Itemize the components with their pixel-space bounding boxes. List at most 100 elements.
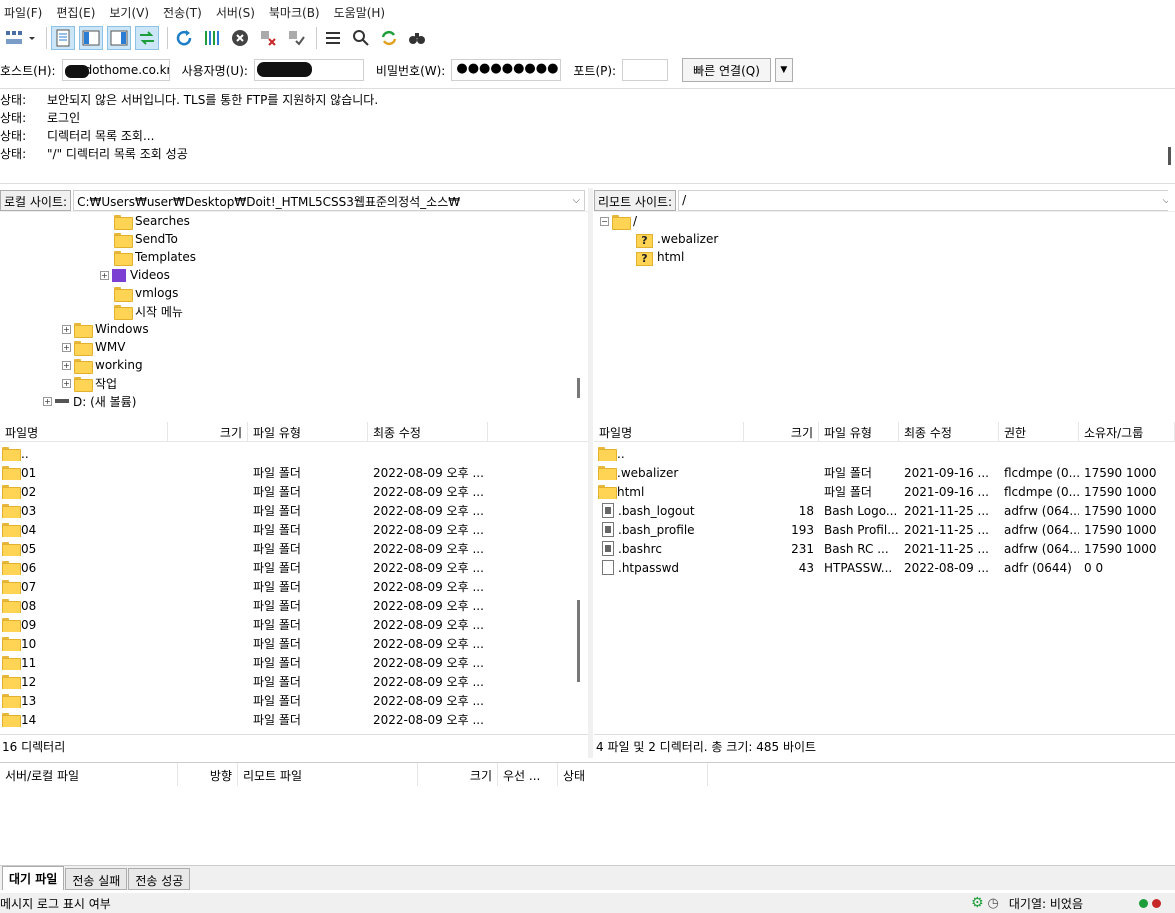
table-row[interactable]: .bashrc 231 Bash RC ... 2021-11-25 ... adfrw… (594, 539, 1175, 558)
table-row[interactable]: 03 파일 폴더 2022-08-09 오후 ... (0, 501, 488, 520)
column-status[interactable]: 상태 (558, 763, 708, 786)
cancel-icon[interactable] (228, 26, 252, 50)
table-row[interactable]: 14 파일 폴더 2022-08-09 오후 ... (0, 710, 488, 729)
collapse-icon[interactable]: − (600, 216, 609, 226)
tree-node[interactable]: + Windows (62, 320, 149, 338)
table-row[interactable]: .bash_profile 193 Bash Profil... 2021-11-25… (594, 520, 1175, 539)
filter-icon[interactable] (349, 26, 373, 50)
tree-node[interactable]: vmlogs (114, 284, 178, 302)
column-size[interactable]: 크기 (744, 422, 819, 441)
tree-node[interactable]: + working (62, 356, 143, 374)
site-manager-icon[interactable] (2, 26, 26, 50)
table-row[interactable]: 08 파일 폴더 2022-08-09 오후 ... (0, 596, 488, 615)
tree-node[interactable]: Templates (114, 248, 196, 266)
chevron-down-icon[interactable]: ⌵ (572, 195, 580, 206)
table-row[interactable]: .htpasswd 43 HTPASSW... 2022-08-09 ... adfr … (594, 558, 1175, 577)
message-log-icon[interactable] (51, 26, 75, 50)
tree-node[interactable]: .webalizer (636, 230, 718, 248)
table-row[interactable]: 10 파일 폴더 2022-08-09 오후 ... (0, 634, 488, 653)
tab-failed-transfers[interactable]: 전송 실패 (65, 868, 128, 890)
tree-node[interactable]: + D: (새 볼륨) (43, 392, 136, 410)
table-row[interactable]: 13 파일 폴더 2022-08-09 오후 ... (0, 691, 488, 710)
pane-splitter[interactable] (588, 188, 593, 758)
gear-icon[interactable]: ⚙ (971, 895, 984, 911)
tree-node[interactable]: + 작업 (62, 374, 117, 392)
port-input[interactable] (622, 59, 669, 81)
message-log-toggle[interactable]: 메시지 로그 표시 여부 (0, 895, 111, 912)
table-row[interactable]: 02 파일 폴더 2022-08-09 오후 ... (0, 482, 488, 501)
column-filename[interactable]: 파일명 (0, 422, 168, 441)
menu-server[interactable]: 서버(S) (212, 4, 259, 21)
table-row[interactable]: 07 파일 폴더 2022-08-09 오후 ... (0, 577, 488, 596)
remote-path-input[interactable]: / ⌵ (678, 189, 1169, 211)
column-modified[interactable]: 최종 수정 (368, 422, 488, 441)
remote-tree-icon[interactable] (107, 26, 131, 50)
table-row[interactable]: 09 파일 폴더 2022-08-09 오후 ... (0, 615, 488, 634)
menu-help[interactable]: 도움말(H) (330, 4, 390, 21)
table-row[interactable]: .. (0, 444, 488, 463)
user-input[interactable] (253, 59, 364, 81)
table-row[interactable]: .bash_logout 18 Bash Logo... 2021-11-25 ...… (594, 501, 1175, 520)
reconnect-icon[interactable] (284, 26, 308, 50)
tree-node[interactable]: + WMV (62, 338, 125, 356)
table-row[interactable]: 06 파일 폴더 2022-08-09 오후 ... (0, 558, 488, 577)
table-row[interactable]: 12 파일 폴더 2022-08-09 오후 ... (0, 672, 488, 691)
host-input[interactable]: dothome.co.kr (61, 59, 170, 81)
expand-icon[interactable]: + (62, 342, 71, 352)
expand-icon[interactable]: + (43, 396, 52, 406)
search-icon[interactable] (405, 26, 429, 50)
local-path-input[interactable]: C:₩Users₩user₩Desktop₩Doit!_HTML5CSS3웹표준… (73, 189, 586, 211)
column-direction[interactable]: 방향 (178, 763, 238, 786)
tree-node[interactable]: SendTo (114, 230, 178, 248)
process-queue-icon[interactable] (200, 26, 224, 50)
log-scrollbar[interactable] (1168, 147, 1171, 165)
table-row[interactable]: 04 파일 폴더 2022-08-09 오후 ... (0, 520, 488, 539)
tree-node[interactable]: html (636, 248, 684, 266)
table-row[interactable]: 11 파일 폴더 2022-08-09 오후 ... (0, 653, 488, 672)
menu-bookmarks[interactable]: 북마크(B) (265, 4, 324, 21)
menu-file[interactable]: 파일(F) (0, 4, 46, 21)
tree-node[interactable]: − / (600, 212, 637, 230)
column-server-local-file[interactable]: 서버/로컬 파일 (0, 763, 178, 786)
table-row[interactable]: .. (594, 444, 1175, 463)
tree-node[interactable]: + Videos (100, 266, 170, 284)
column-owner[interactable]: 소유자/그룹 (1079, 422, 1175, 441)
table-row[interactable]: 01 파일 폴더 2022-08-09 오후 ... (0, 463, 488, 482)
table-row[interactable]: html 파일 폴더 2021-09-16 ... flcdmpe (0... 1759… (594, 482, 1175, 501)
disconnect-icon[interactable] (256, 26, 280, 50)
tab-successful-transfers[interactable]: 전송 성공 (128, 868, 191, 890)
directory-comparison-icon[interactable] (321, 26, 345, 50)
local-list-scrollbar[interactable] (577, 600, 580, 682)
column-type[interactable]: 파일 유형 (819, 422, 899, 441)
column-filename[interactable]: 파일명 (594, 422, 744, 441)
speed-limit-icon[interactable]: ◷ (988, 896, 999, 911)
quickconnect-button[interactable]: 빠른 연결(Q) (682, 58, 771, 82)
dropdown-arrow-icon[interactable] (26, 26, 38, 50)
chevron-down-icon[interactable]: ▼ (774, 58, 793, 82)
expand-icon[interactable]: + (62, 360, 71, 370)
column-priority[interactable]: 우선 ... (498, 763, 558, 786)
table-row[interactable]: 05 파일 폴더 2022-08-09 오후 ... (0, 539, 488, 558)
transfer-queue-icon[interactable] (135, 26, 159, 50)
column-size[interactable]: 크기 (168, 422, 248, 441)
local-tree-icon[interactable] (79, 26, 103, 50)
column-modified[interactable]: 최종 수정 (899, 422, 999, 441)
menu-transfer[interactable]: 전송(T) (159, 4, 206, 21)
column-permissions[interactable]: 권한 (999, 422, 1079, 441)
expand-icon[interactable]: + (62, 378, 71, 388)
chevron-down-icon[interactable]: ⌵ (1163, 195, 1169, 206)
menu-edit[interactable]: 편집(E) (52, 4, 99, 21)
column-remote-file[interactable]: 리모트 파일 (238, 763, 418, 786)
refresh-icon[interactable] (172, 26, 196, 50)
expand-icon[interactable]: + (62, 324, 71, 334)
table-row[interactable]: .webalizer 파일 폴더 2021-09-16 ... flcdmpe (0.… (594, 463, 1175, 482)
tab-queued-files[interactable]: 대기 파일 (2, 866, 65, 890)
expand-icon[interactable]: + (100, 270, 109, 280)
column-type[interactable]: 파일 유형 (248, 422, 368, 441)
column-size[interactable]: 크기 (418, 763, 498, 786)
sync-browsing-icon[interactable] (377, 26, 401, 50)
tree-node[interactable]: 시작 메뉴 (114, 302, 183, 320)
local-tree-scrollbar[interactable] (577, 378, 580, 398)
password-input[interactable]: ●●●●●●●●● (451, 59, 562, 81)
menu-view[interactable]: 보기(V) (105, 4, 153, 21)
